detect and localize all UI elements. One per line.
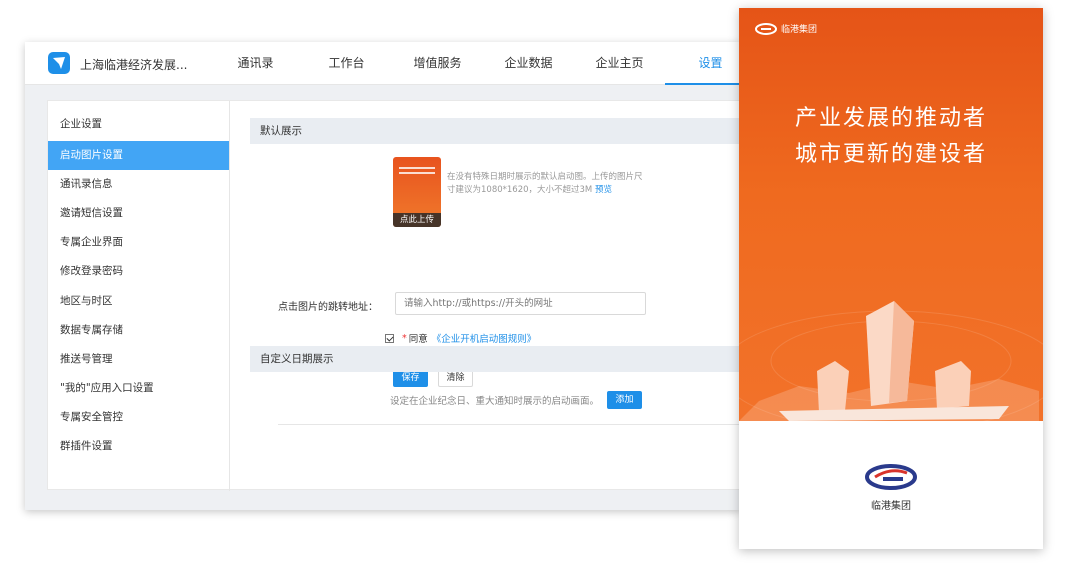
settings-sidebar: 企业设置 启动图片设置 通讯录信息 邀请短信设置 专属企业界面 修改登录密码 地…: [48, 101, 230, 491]
sidebar-item-invite-sms[interactable]: 邀请短信设置: [48, 199, 229, 228]
admin-window: 上海临港经济发展... 通讯录 工作台 增值服务 企业数据 企业主页 设置 企业…: [25, 42, 756, 510]
preview-link[interactable]: 预览: [595, 185, 612, 195]
sidebar-item-change-password[interactable]: 修改登录密码: [48, 257, 229, 286]
section-divider: [278, 424, 742, 425]
sidebar-item-my-app-entry[interactable]: "我的"应用入口设置: [48, 374, 229, 403]
sidebar-item-data-storage[interactable]: 数据专属存储: [48, 316, 229, 345]
rules-link[interactable]: 《企业开机启动图规则》: [432, 331, 537, 345]
default-section-header: 默认展示: [250, 118, 742, 144]
settings-content: 默认展示 点此上传 在没有特殊日期时展示的默认启动图。上传的图片尺寸建议为108…: [230, 101, 742, 491]
sidebar-item-contacts-info[interactable]: 通讯录信息: [48, 170, 229, 199]
slogan-line-2: 城市更新的建设者: [794, 142, 987, 167]
sidebar-item-security-control[interactable]: 专属安全管控: [48, 403, 229, 432]
top-navigation-bar: 上海临港经济发展... 通讯录 工作台 增值服务 企业数据 企业主页 设置: [25, 42, 756, 85]
brand-logo-icon: [755, 22, 777, 35]
sidebar-item-region-timezone[interactable]: 地区与时区: [48, 287, 229, 316]
brand-emblem-icon: [865, 464, 917, 490]
nav-enterprise-data[interactable]: 企业数据: [483, 42, 574, 85]
brand-name-top: 临港集团: [781, 25, 818, 35]
add-button[interactable]: 添加: [607, 391, 642, 409]
launch-image-thumbnail[interactable]: 点此上传: [393, 157, 441, 227]
agree-checkbox[interactable]: [385, 333, 394, 343]
redirect-url-input[interactable]: [395, 292, 646, 315]
stage: 上海临港经济发展... 通讯录 工作台 增值服务 企业数据 企业主页 设置 企业…: [0, 0, 1066, 570]
agreement-row: * 同意 《企业开机启动图规则》: [385, 331, 536, 345]
sidebar-item-group-plugin[interactable]: 群插件设置: [48, 432, 229, 461]
custom-section-description: 设定在企业纪念日、重大通知时展示的启动画面。: [390, 396, 600, 407]
sidebar-item-enterprise-settings[interactable]: 企业设置: [48, 110, 229, 139]
nav-value-added-services[interactable]: 增值服务: [392, 42, 483, 85]
brand-logo-bottom: 临港集团: [863, 463, 919, 512]
thumbnail-line: [399, 167, 435, 169]
nav-contacts[interactable]: 通讯录: [210, 42, 301, 85]
nav-enterprise-homepage[interactable]: 企业主页: [574, 42, 665, 85]
upload-hint: 在没有特殊日期时展示的默认启动图。上传的图片尺寸建议为1080*1620，大小不…: [447, 171, 647, 197]
custom-section-header: 自定义日期展示: [250, 346, 742, 372]
slogan-line-1: 产业发展的推动者: [794, 106, 987, 131]
brand-logo-top: 临港集团: [755, 22, 817, 35]
thumbnail-line: [399, 172, 435, 174]
preview-orange-background: 临港集团 产业发展的推动者 城市更新的建设者: [739, 8, 1043, 421]
city-skyline-illustration: [739, 301, 1043, 421]
settings-panel: 企业设置 启动图片设置 通讯录信息 邀请短信设置 专属企业界面 修改登录密码 地…: [47, 100, 742, 491]
org-title[interactable]: 上海临港经济发展...: [80, 56, 187, 73]
brand-name-bottom: 临港集团: [871, 501, 911, 512]
sidebar-item-push-account[interactable]: 推送号管理: [48, 345, 229, 374]
sidebar-item-launch-image[interactable]: 启动图片设置: [48, 141, 229, 170]
sidebar-item-exclusive-interface[interactable]: 专属企业界面: [48, 228, 229, 257]
upload-button[interactable]: 点此上传: [393, 213, 441, 227]
redirect-url-label: 点击图片的跳转地址：: [278, 302, 378, 313]
launch-image-preview: 临港集团 产业发展的推动者 城市更新的建设者 临港集团: [739, 8, 1043, 549]
required-mark: *: [402, 332, 407, 344]
nav-workbench[interactable]: 工作台: [301, 42, 392, 85]
agree-text: 同意: [408, 334, 428, 345]
app-logo-icon[interactable]: [48, 52, 70, 74]
main-nav: 通讯录 工作台 增值服务 企业数据 企业主页 设置: [210, 42, 756, 85]
upload-hint-text: 在没有特殊日期时展示的默认启动图。上传的图片尺寸建议为1080*1620，大小不…: [447, 172, 643, 195]
